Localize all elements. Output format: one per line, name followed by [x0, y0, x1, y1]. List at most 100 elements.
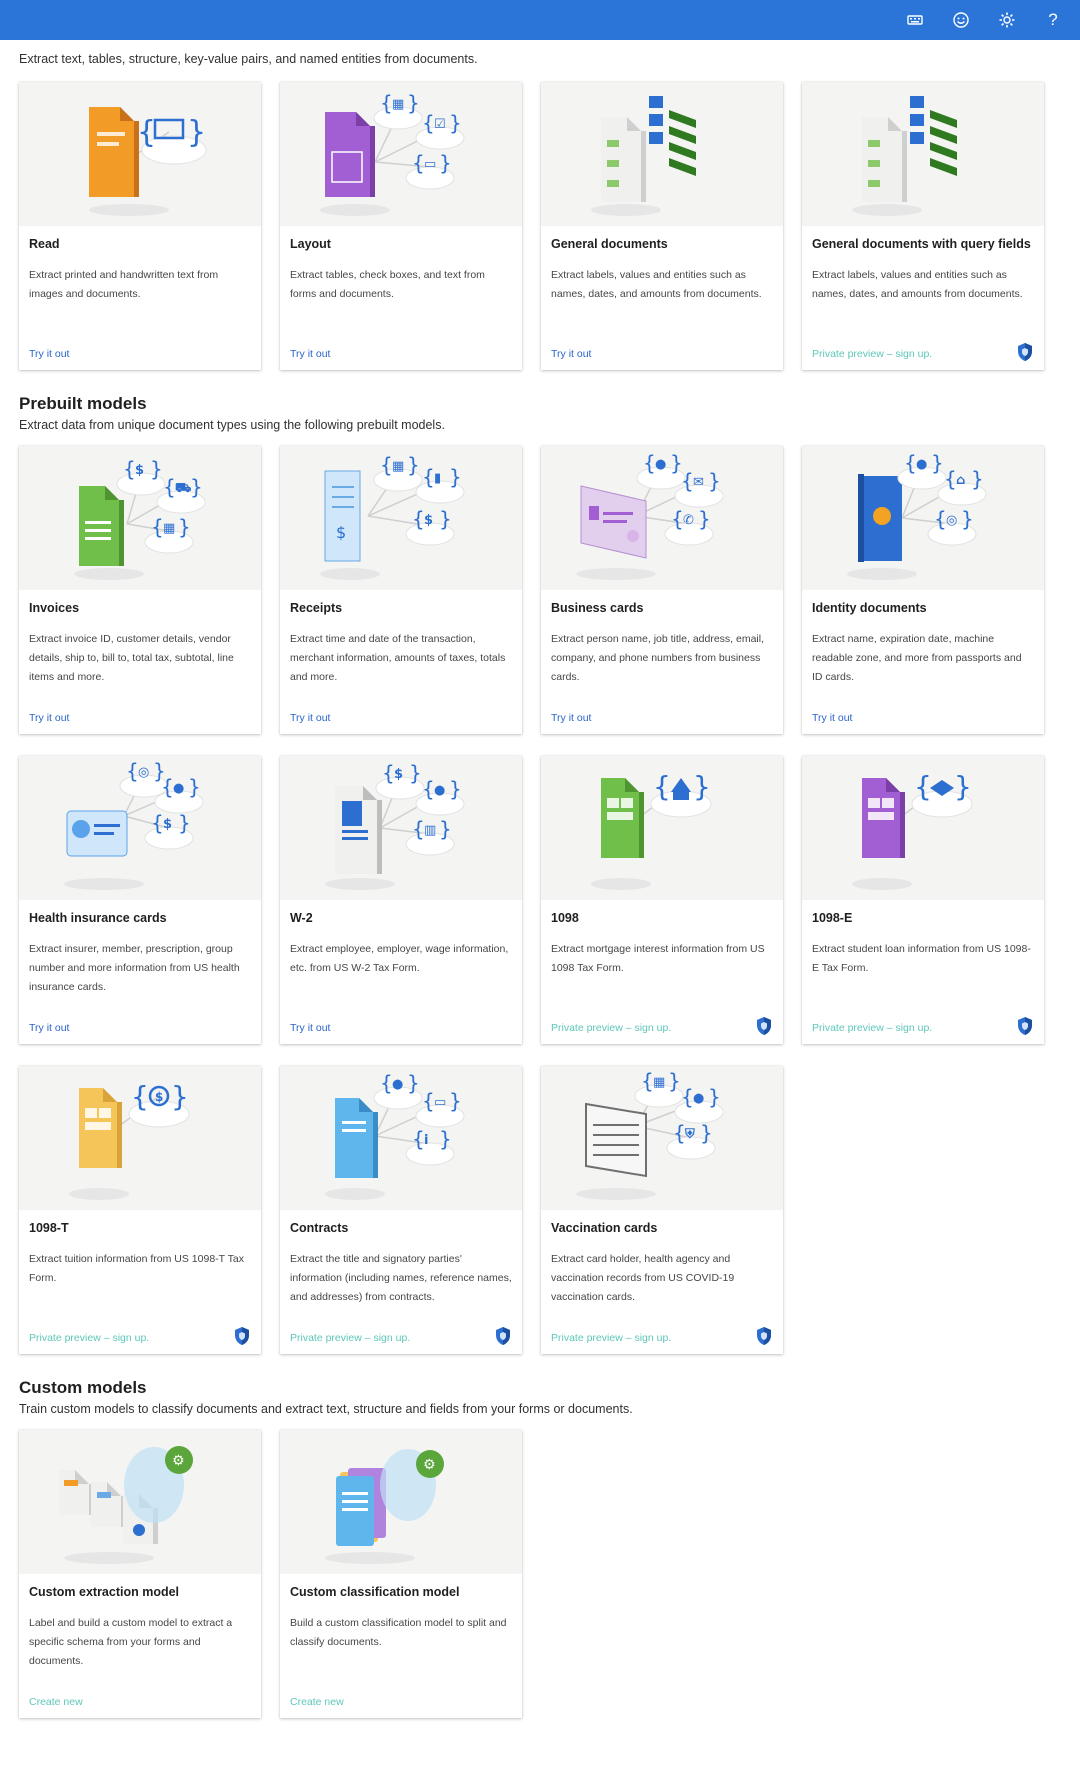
card-body: 1098 Extract mortgage interest informati… — [541, 900, 783, 1044]
card-health-insurance-cards[interactable]: { } ◎ { } ● { } $ Health insurance cards… — [19, 756, 261, 1044]
private-preview-link[interactable]: Private preview – sign up. — [29, 1332, 149, 1344]
svg-text:{: { — [412, 1127, 425, 1151]
card-title: 1098 — [551, 911, 579, 925]
svg-text:$: $ — [135, 463, 144, 478]
card-business-cards[interactable]: { } ● { } ✉ { } ✆ Business cards Extract… — [541, 446, 783, 734]
card-read[interactable]: {} Read Extract printed and handwritten … — [19, 82, 261, 370]
card-body: Receipts Extract time and date of the tr… — [280, 590, 522, 734]
try-it-out-link[interactable]: Try it out — [551, 348, 591, 360]
card-general-documents-with-query-fields[interactable]: General documents with query fields Extr… — [802, 82, 1044, 370]
card-body: Identity documents Extract name, expirat… — [802, 590, 1044, 734]
keyboard-icon[interactable] — [904, 9, 926, 31]
svg-text:{: { — [904, 451, 917, 475]
svg-text:⛨: ⛨ — [684, 1127, 695, 1142]
card-vaccination-cards[interactable]: { } ▦ { } ● { } ⛨ Vaccination cards Extr… — [541, 1066, 783, 1354]
svg-text:{: { — [163, 475, 176, 499]
card-receipts[interactable]: $ { } ▦ { } ▮ { } $ Receipts Extract tim… — [280, 446, 522, 734]
card-title: 1098-T — [29, 1221, 69, 1235]
card-custom-classification-model[interactable]: ⚙ Custom classification model Build a cu… — [280, 1430, 522, 1718]
svg-text:}: } — [407, 91, 420, 115]
svg-text:{: { — [422, 465, 435, 489]
card-body: Vaccination cards Extract card holder, h… — [541, 1210, 783, 1354]
card-body: Layout Extract tables, check boxes, and … — [280, 226, 522, 370]
svg-text:$: $ — [155, 1090, 163, 1104]
card-description: Extract card holder, health agency and v… — [551, 1253, 735, 1303]
try-it-out-link[interactable]: Try it out — [290, 1022, 330, 1034]
svg-text:▥: ▥ — [424, 823, 436, 838]
card-title: Custom extraction model — [29, 1585, 180, 1599]
try-it-out-link[interactable]: Try it out — [812, 712, 852, 724]
card-body: Invoices Extract invoice ID, customer de… — [19, 590, 261, 734]
card-description: Extract student loan information from US… — [812, 943, 1031, 974]
try-it-out-link[interactable]: Try it out — [290, 712, 330, 724]
card-illustration — [802, 82, 1044, 226]
card-description: Build a custom classification model to s… — [290, 1617, 507, 1648]
try-it-out-link[interactable]: Try it out — [290, 348, 330, 360]
svg-text:⚙: ⚙ — [423, 1457, 436, 1473]
private-preview-link[interactable]: Private preview – sign up. — [551, 1332, 671, 1344]
svg-text:}: } — [449, 1089, 462, 1113]
feedback-smiley-icon[interactable] — [950, 9, 972, 31]
card-contracts[interactable]: { } ● { } ▭ { } i Contracts Extract the … — [280, 1066, 522, 1354]
card-body: Read Extract printed and handwritten tex… — [19, 226, 261, 370]
create-new-link[interactable]: Create new — [290, 1696, 344, 1708]
card-invoices[interactable]: { } $ { } ⛟ { } ▦ Invoices Extract invoi… — [19, 446, 261, 734]
card-body: Business cards Extract person name, job … — [541, 590, 783, 734]
svg-text:{: { — [641, 1069, 654, 1093]
svg-text:⌂: ⌂ — [956, 473, 965, 488]
card-body: General documents with query fields Extr… — [802, 226, 1044, 370]
create-new-link[interactable]: Create new — [29, 1696, 83, 1708]
private-preview-link[interactable]: Private preview – sign up. — [812, 1022, 932, 1034]
svg-text:{: { — [412, 507, 425, 531]
card-1098-e[interactable]: {} 1098-E Extract student loan informati… — [802, 756, 1044, 1044]
svg-text:◎: ◎ — [138, 765, 149, 780]
svg-text:$: $ — [336, 523, 346, 542]
svg-text:◎: ◎ — [946, 513, 957, 528]
card-body: Contracts Extract the title and signator… — [280, 1210, 522, 1354]
card-1098[interactable]: {} 1098 Extract mortgage interest inform… — [541, 756, 783, 1044]
card-description: Extract printed and handwritten text fro… — [29, 269, 219, 300]
try-it-out-link[interactable]: Try it out — [551, 712, 591, 724]
card-body: Custom extraction model Label and build … — [19, 1574, 261, 1718]
private-preview-link[interactable]: Private preview – sign up. — [812, 348, 932, 360]
card-general-documents[interactable]: General documents Extract labels, values… — [541, 82, 783, 370]
private-preview-link[interactable]: Private preview – sign up. — [290, 1332, 410, 1344]
settings-gear-icon[interactable] — [996, 9, 1018, 31]
card-illustration: ⚙ — [19, 1430, 261, 1574]
card-illustration: { } ● { } ✉ { } ✆ — [541, 446, 783, 590]
custom-card-grid: ⚙ Custom extraction model Label and buil… — [19, 1430, 1080, 1740]
svg-text:{: { — [126, 759, 139, 783]
svg-text:{: { — [914, 770, 932, 803]
card-custom-extraction-model[interactable]: ⚙ Custom extraction model Label and buil… — [19, 1430, 261, 1718]
card-title: General documents with query fields — [812, 237, 1031, 251]
svg-text:▭: ▭ — [424, 157, 436, 172]
svg-text:{: { — [151, 515, 164, 539]
try-it-out-link[interactable]: Try it out — [29, 1022, 69, 1034]
svg-text:}: } — [449, 777, 462, 801]
svg-text:{: { — [422, 1089, 435, 1113]
svg-text:$: $ — [394, 767, 403, 782]
try-it-out-link[interactable]: Try it out — [29, 712, 69, 724]
svg-text:}: } — [407, 453, 420, 477]
prebuilt-section-title: Prebuilt models — [19, 394, 147, 413]
help-question-icon[interactable]: ? — [1042, 9, 1064, 31]
card-illustration: {} — [19, 82, 261, 226]
svg-text:}: } — [668, 1069, 681, 1093]
try-it-out-link[interactable]: Try it out — [29, 348, 69, 360]
card-1098-t[interactable]: {} $ 1098-T Extract tuition information f… — [19, 1066, 261, 1354]
svg-text:}: } — [171, 1080, 189, 1113]
card-w-2[interactable]: { } $ { } ● { } ▥ W-2 Extract employee, … — [280, 756, 522, 1044]
private-preview-link[interactable]: Private preview – sign up. — [551, 1022, 671, 1034]
card-layout[interactable]: { } ▦ { } ☑ { } ▭ Layout Extract tables,… — [280, 82, 522, 370]
svg-text:{: { — [380, 91, 393, 115]
svg-text:●: ● — [173, 781, 184, 796]
svg-text:}: } — [954, 770, 972, 803]
card-identity-documents[interactable]: { } ● { } ⌂ { } ◎ Identity documents Ext… — [802, 446, 1044, 734]
svg-text:▦: ▦ — [392, 459, 404, 474]
card-title: 1098-E — [812, 911, 853, 925]
card-description: Extract labels, values and entities such… — [551, 269, 762, 300]
card-body: 1098-T Extract tuition information from … — [19, 1210, 261, 1354]
card-body: Custom classification model Build a cust… — [280, 1574, 522, 1718]
svg-text:▭: ▭ — [434, 1095, 446, 1110]
svg-text:}: } — [150, 457, 163, 481]
